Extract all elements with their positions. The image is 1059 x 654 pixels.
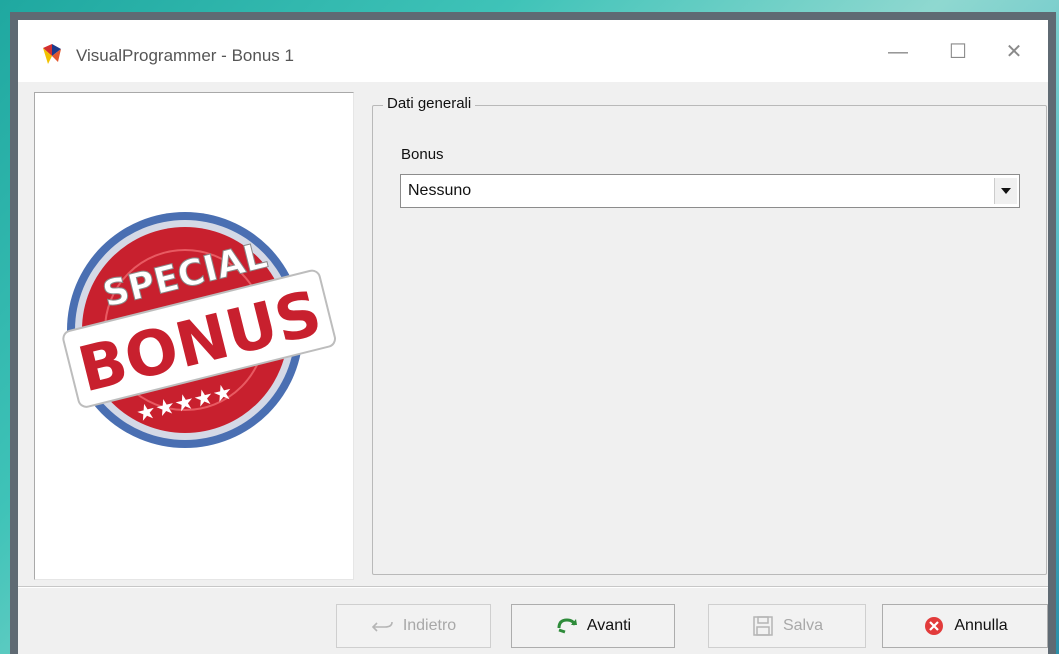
maximize-button[interactable]: ☐ — [938, 38, 978, 66]
dialog-window: VisualProgrammer - Bonus 1 — ☐ ✕ BONUS S… — [10, 12, 1056, 654]
general-data-group: Dati generali Bonus Nessuno — [372, 95, 1047, 575]
bonus-select[interactable]: Nessuno — [400, 174, 1020, 208]
back-button[interactable]: Indietro — [336, 604, 491, 648]
cancel-button-label: Annulla — [954, 617, 1008, 634]
minimize-button[interactable]: — — [878, 38, 918, 66]
bonus-field-label: Bonus — [401, 146, 444, 163]
cancel-button[interactable]: Annulla — [882, 604, 1048, 648]
next-button-label: Avanti — [586, 617, 632, 634]
title-bar[interactable]: VisualProgrammer - Bonus 1 — ☐ ✕ — [18, 20, 1048, 82]
window-title: VisualProgrammer - Bonus 1 — [76, 46, 294, 65]
dropdown-arrow-icon[interactable] — [994, 178, 1017, 204]
floppy-disk-icon — [753, 616, 773, 636]
next-button[interactable]: Avanti — [511, 604, 675, 648]
save-button-label: Salva — [782, 617, 824, 634]
bonus-select-value: Nessuno — [408, 182, 472, 199]
undo-arrow-icon — [371, 621, 393, 632]
save-button[interactable]: Salva — [708, 604, 866, 648]
back-button-label: Indietro — [402, 617, 457, 634]
group-legend: Dati generali — [383, 95, 476, 112]
cancel-x-icon — [925, 617, 944, 635]
special-bonus-image: BONUS SPECIAL ★★★★★ — [62, 212, 336, 448]
app-logo-icon — [43, 44, 61, 64]
close-button[interactable]: ✕ — [994, 38, 1034, 66]
image-panel: BONUS SPECIAL ★★★★★ — [34, 92, 354, 580]
refresh-arrow-icon — [557, 618, 577, 634]
footer-divider — [18, 586, 1048, 588]
